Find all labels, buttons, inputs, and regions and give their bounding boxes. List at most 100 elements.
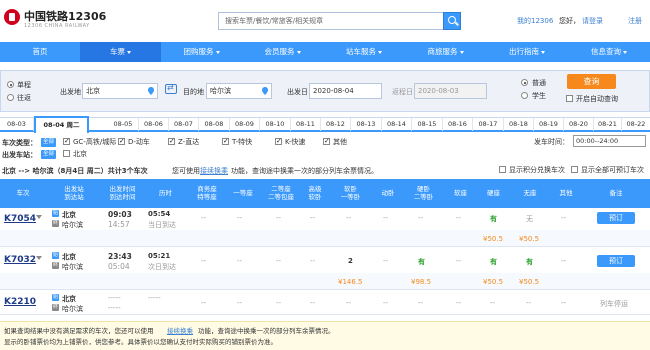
nav-info[interactable]: 信息查询 [568,42,650,62]
seat-motor-sleeper: -- [383,214,389,222]
all-stations-tag[interactable]: 全部 [41,150,57,159]
date-tab[interactable]: 08-08 [199,118,230,131]
nav-home[interactable]: 首页 [0,42,80,62]
site-search-input[interactable]: 搜索车票/餐饮/常旅客/相关规章 [218,12,444,30]
nav-business[interactable]: 商旅服务 [405,42,486,62]
type-checkbox[interactable] [275,137,282,145]
nav-station[interactable]: 站车服务 [323,42,405,62]
start-station-icon: 始 [52,294,59,301]
date-tab[interactable]: 08-19 [534,118,564,131]
end-station-icon: 终 [52,304,59,311]
date-tab[interactable]: 08-21 [594,118,622,131]
normal-ticket-label: 普通 [532,79,546,87]
type-checkbox[interactable] [323,137,330,145]
book-button[interactable]: 预订 [597,212,635,224]
auto-query-checkbox[interactable] [566,95,573,102]
from-station-field[interactable]: 北京 [82,83,158,99]
date-tab[interactable]: 08-03 [0,118,34,131]
seat-hard-sleeper[interactable]: 有 [418,257,425,267]
type-label: Z-直达 [178,138,200,146]
type-checkbox[interactable] [118,137,125,145]
all-bookable-checkbox[interactable] [571,166,578,173]
date-tab[interactable]: 08-05 [108,118,139,131]
nav-label: 出行指南 [509,47,539,56]
seat-standing: 无 [526,215,533,223]
from-station[interactable]: 北京 [62,294,76,304]
train-number[interactable]: K7032 [4,255,36,265]
date-tab[interactable]: 08-15 [412,118,443,131]
col-header[interactable]: 车次 [0,179,46,208]
seat-soft: -- [456,257,462,265]
type-label: D-动车 [128,138,150,146]
date-tab[interactable]: 08-12 [321,118,351,131]
login-link[interactable]: 请登录 [582,16,603,26]
date-tab[interactable]: 08-18 [504,118,534,131]
all-types-tag[interactable]: 全部 [41,138,57,147]
date-tab[interactable]: 08-22 [622,118,650,131]
date-tab-active[interactable]: 08-04 周二 [34,116,89,133]
date-tab[interactable]: 08-20 [564,118,594,131]
type-checkbox[interactable] [63,137,70,145]
date-tab[interactable]: 08-09 [230,118,260,131]
oneway-radio[interactable] [7,81,14,88]
seat-hard[interactable]: 有 [490,214,497,224]
nav-guide[interactable]: 出行指南 [486,42,568,62]
normal-ticket-radio[interactable] [521,79,528,86]
train-number[interactable]: K2210 [4,297,36,307]
register-link[interactable]: 注册 [628,16,642,26]
seat-second: -- [276,257,282,265]
type-checkbox[interactable] [222,137,229,145]
depart-time-select[interactable]: 00:00--24:00 [573,135,646,147]
return-label: 返程日 [392,88,413,96]
return-date-field[interactable]: 2020-08-03 [414,83,487,99]
seat-soft-sleeper[interactable]: 2 [348,257,353,265]
col-header: 硬卧 二等卧 [413,184,434,201]
student-ticket-radio[interactable] [521,92,528,99]
notice-transfer-link[interactable]: 接续换乘 [167,325,193,335]
to-station[interactable]: 哈尔滨 [62,262,83,272]
to-station[interactable]: 哈尔滨 [62,304,83,314]
date-tab[interactable]: 08-07 [169,118,199,131]
transfer-link[interactable]: 接续换乘 [200,166,228,176]
seat-standing[interactable]: 有 [526,257,533,267]
date-tab[interactable]: 08-11 [291,118,321,131]
logo-subtitle: 12306 CHINA RAILWAY [24,23,90,29]
swap-stations-icon[interactable] [165,83,177,94]
date-tab[interactable]: 08-17 [473,118,504,131]
depart-date-field[interactable]: 2020-08-04 [309,83,382,99]
from-station[interactable]: 北京 [62,252,76,262]
book-button[interactable]: 预订 [597,255,635,267]
my-account-link[interactable]: 我的12306 [517,16,553,26]
chevron-down-icon[interactable] [36,255,42,261]
col-header[interactable]: 出发时间 到达时间 [102,179,143,208]
roundtrip-radio[interactable] [7,94,14,101]
col-header[interactable]: 历时 [143,179,188,208]
date-tab[interactable]: 08-06 [139,118,169,131]
col-header: 软卧 一等卧 [340,184,361,201]
chevron-down-icon[interactable] [36,214,42,220]
train-number[interactable]: K7054 [4,214,36,224]
query-button[interactable]: 查询 [567,74,616,89]
from-station[interactable]: 北京 [62,210,76,220]
date-tab[interactable]: 08-13 [351,118,382,131]
from-label: 出发地 [60,88,81,96]
nav-tickets[interactable]: 车票 [80,42,161,62]
date-tab[interactable]: 08-14 [382,118,412,131]
points-label: 显示积分兑换车次 [509,166,565,174]
date-tabs: 08-03 08-04 周二 08-05 08-06 08-07 08-08 0… [0,116,650,133]
col-header: 高级 软卧 [308,184,322,201]
nav-member[interactable]: 会员服务 [242,42,323,62]
type-checkbox[interactable] [168,137,175,145]
to-station[interactable]: 哈尔滨 [62,220,83,230]
nav-group[interactable]: 团购服务 [161,42,242,62]
date-tab[interactable]: 08-10 [260,118,291,131]
notice-line1-pre: 如果查询结果中没有满足需求的车次，您还可以使用 [4,327,154,335]
seat-hard[interactable]: 有 [490,257,497,267]
nav-label: 会员服务 [264,47,295,56]
search-icon[interactable] [443,12,461,30]
points-checkbox[interactable] [499,166,506,173]
station-checkbox[interactable] [63,150,70,157]
date-tab[interactable]: 08-16 [443,118,473,131]
depart-label: 出发日 [287,88,308,96]
seat-soft-sleeper: -- [346,214,352,222]
